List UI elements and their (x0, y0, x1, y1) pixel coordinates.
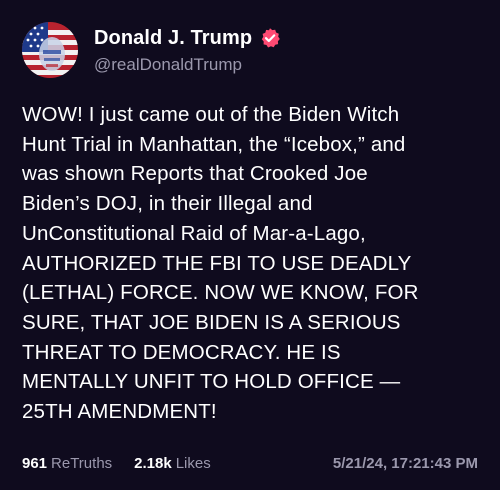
likes-label: Likes (175, 455, 211, 472)
author-handle[interactable]: @realDonaldTrump (94, 55, 281, 75)
retruths-stat[interactable]: 961 ReTruths (22, 455, 112, 472)
truth-post-card: Donald J. Trump @realDonaldTrump WOW! I … (0, 0, 500, 490)
post-header: Donald J. Trump @realDonaldTrump (22, 22, 281, 78)
post-body-text: WOW! I just came out of the Biden Witch … (22, 103, 419, 424)
avatar-image (22, 22, 78, 78)
verified-badge-icon (259, 27, 281, 49)
display-name[interactable]: Donald J. Trump (94, 27, 252, 50)
name-row: Donald J. Trump (94, 25, 281, 51)
retruths-count: 961 (22, 455, 48, 472)
likes-count: 2.18k (134, 455, 172, 472)
retruths-label: ReTruths (51, 455, 113, 472)
post-footer: 961 ReTruths 2.18k Likes 5/21/24, 17:21:… (22, 455, 478, 472)
post-timestamp[interactable]: 5/21/24, 17:21:43 PM (333, 455, 478, 472)
author-identity: Donald J. Trump @realDonaldTrump (94, 25, 281, 75)
avatar[interactable] (22, 22, 78, 78)
likes-stat[interactable]: 2.18k Likes (134, 455, 211, 472)
